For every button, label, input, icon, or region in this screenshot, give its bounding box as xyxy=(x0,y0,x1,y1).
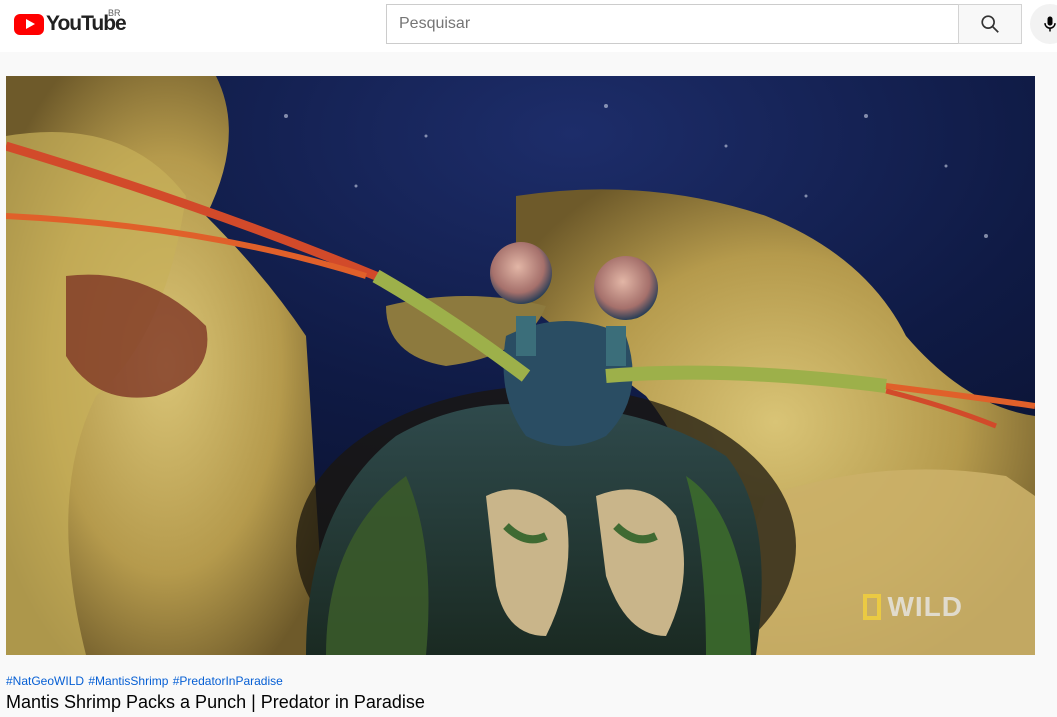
video-player[interactable]: WILD xyxy=(6,76,1035,655)
search-button[interactable] xyxy=(958,4,1022,44)
microphone-icon xyxy=(1044,16,1056,32)
video-title: Mantis Shrimp Packs a Punch | Predator i… xyxy=(6,692,425,712)
masthead: YouTube BR xyxy=(0,0,1057,52)
search-icon xyxy=(981,15,999,33)
voice-search-button[interactable] xyxy=(1030,4,1057,44)
country-code: BR xyxy=(108,8,121,18)
national-geographic-logo-icon xyxy=(863,594,882,620)
hashtag-list: #NatGeoWILD #MantisShrimp #PredatorInPar… xyxy=(6,674,284,688)
nat-geo-wild-watermark: WILD xyxy=(863,591,963,623)
search-input[interactable] xyxy=(386,4,959,44)
watermark-text: WILD xyxy=(887,591,963,622)
hashtag-link[interactable]: #MantisShrimp xyxy=(88,674,168,688)
hashtag-link[interactable]: #PredatorInParadise xyxy=(173,674,283,688)
hashtag-link[interactable]: #NatGeoWILD xyxy=(6,674,84,688)
video-frame xyxy=(6,76,1035,655)
youtube-logo-icon xyxy=(14,13,44,35)
